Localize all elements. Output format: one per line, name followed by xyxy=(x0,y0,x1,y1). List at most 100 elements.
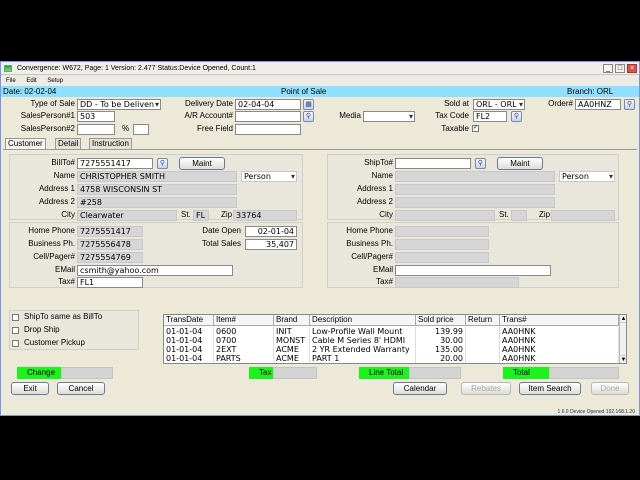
window-title: Convergence: W672, Page: 1 Version: 2.47… xyxy=(17,65,256,72)
billto-type-select[interactable]: Person xyxy=(241,171,297,182)
type-of-sale-select[interactable]: DD - To be Deliven xyxy=(77,99,161,110)
cell-brand[interactable]: ACME xyxy=(274,354,310,363)
media-label: Media xyxy=(339,111,361,120)
cell-description[interactable]: Cable M Series 8' HDMI xyxy=(310,336,416,345)
billto-tax-label: Tax# xyxy=(58,277,75,286)
done-button[interactable]: Done xyxy=(591,382,629,395)
tab-detail[interactable]: Detail xyxy=(55,138,82,149)
cell-transdate[interactable]: 01-01-04 xyxy=(164,354,214,363)
change-label: Change xyxy=(17,367,61,379)
customer-pickup-label: Customer Pickup xyxy=(24,338,85,347)
billto-input[interactable]: 7275551417 xyxy=(77,158,153,169)
item-search-button[interactable]: Item Search xyxy=(519,382,581,395)
shipto-input[interactable] xyxy=(395,158,471,169)
minimize-button[interactable]: _ xyxy=(603,64,613,73)
cell-sold-price[interactable]: 135.00 xyxy=(416,345,466,354)
taxable-checkbox[interactable]: ✓ xyxy=(472,125,479,132)
cell-brand[interactable]: ACME xyxy=(274,345,310,354)
tax-code-search-icon[interactable]: ⚲ xyxy=(511,111,522,122)
calendar-button[interactable]: Calendar xyxy=(393,382,447,395)
grand-total-label: Total xyxy=(503,367,549,379)
cell-brand[interactable]: MONST xyxy=(274,336,310,345)
cell-description[interactable]: Low-Profile Wall Mount xyxy=(310,327,416,336)
calendar-icon[interactable]: ▦ xyxy=(303,99,314,110)
billto-search-icon[interactable]: ⚲ xyxy=(157,158,168,169)
cell-trans[interactable]: AA0HNK xyxy=(500,345,619,354)
menu-setup[interactable]: Setup xyxy=(47,78,63,84)
shipto-email-input[interactable] xyxy=(395,265,551,276)
shipto-type-select[interactable]: Person xyxy=(559,171,615,182)
media-select[interactable] xyxy=(363,111,415,122)
cell-transdate[interactable]: 01-01-04 xyxy=(164,336,214,345)
tab-instruction[interactable]: Instruction xyxy=(89,138,132,149)
cell-item[interactable]: 2EXT xyxy=(214,345,274,354)
delivery-date-input[interactable]: 02-04-04 xyxy=(235,99,301,110)
sold-at-label: Sold at xyxy=(444,99,469,108)
cell-item[interactable]: PARTS xyxy=(214,354,274,363)
billto-name: CHRISTOPHER SMITH xyxy=(77,171,237,182)
salesperson2-input[interactable] xyxy=(77,124,115,135)
rebates-button[interactable]: Rebates xyxy=(461,382,511,395)
menu-edit[interactable]: Edit xyxy=(26,78,36,84)
date-open: 02-01-04 xyxy=(245,226,297,237)
cell-sold-price[interactable]: 139.99 xyxy=(416,327,466,336)
salesperson1-input[interactable]: 503 xyxy=(77,111,115,122)
col-trans[interactable]: Trans# xyxy=(500,315,619,326)
cell-sold-price[interactable]: 20.00 xyxy=(416,354,466,363)
cell-item[interactable]: 0600 xyxy=(214,327,274,336)
cell-sold-price[interactable]: 30.00 xyxy=(416,336,466,345)
cell-return[interactable] xyxy=(466,345,500,354)
billto-email-input[interactable]: csmith@yahoo.com xyxy=(77,265,233,276)
col-description[interactable]: Description xyxy=(310,315,416,326)
grid-scrollbar[interactable]: ▲ ▼ xyxy=(619,315,626,363)
cell-trans[interactable]: AA0HNK xyxy=(500,354,619,363)
shipto-st-label: St. xyxy=(499,210,509,219)
cell-trans[interactable]: AA0HNK xyxy=(500,336,619,345)
exit-button[interactable]: Exit xyxy=(11,382,49,395)
col-item[interactable]: Item# xyxy=(214,315,274,326)
items-table: TransDate Item# Brand Description Sold p… xyxy=(163,314,627,364)
order-search-icon[interactable]: ⚲ xyxy=(624,99,635,110)
maximize-button[interactable]: □ xyxy=(615,64,625,73)
shipto-st xyxy=(511,210,527,221)
col-brand[interactable]: Brand xyxy=(274,315,310,326)
cell-transdate[interactable]: 01-01-04 xyxy=(164,345,214,354)
scroll-down-icon[interactable]: ▼ xyxy=(620,355,626,363)
percent-input[interactable] xyxy=(133,124,149,135)
cell-return[interactable] xyxy=(466,354,500,363)
close-button[interactable]: × xyxy=(627,64,637,73)
shipto-search-icon[interactable]: ⚲ xyxy=(475,158,486,169)
shipto-maint-button[interactable]: Maint xyxy=(497,157,543,170)
sold-at-select[interactable]: ORL - ORL xyxy=(473,99,525,110)
order-label: Order# xyxy=(548,99,573,108)
cell-description[interactable]: PART 1 xyxy=(310,354,416,363)
billto-tax-input[interactable]: FL1 xyxy=(77,277,143,288)
cell-return[interactable] xyxy=(466,327,500,336)
taxable-label: Taxable xyxy=(441,124,469,133)
tax-code-input[interactable]: FL2 xyxy=(473,111,507,122)
customer-pickup-checkbox[interactable] xyxy=(12,340,19,347)
order-input[interactable]: AA0HNZ xyxy=(575,99,621,110)
cell-item[interactable]: 0700 xyxy=(214,336,274,345)
col-transdate[interactable]: TransDate xyxy=(164,315,214,326)
col-return[interactable]: Return xyxy=(466,315,500,326)
drop-ship-checkbox[interactable] xyxy=(12,327,19,334)
billto-st: FL xyxy=(193,210,209,221)
col-sold-price[interactable]: Sold price xyxy=(416,315,466,326)
grand-total-value xyxy=(549,367,619,379)
cell-trans[interactable]: AA0HNK xyxy=(500,327,619,336)
ar-lookup-icon[interactable]: ⚲ xyxy=(303,111,314,122)
cell-transdate[interactable]: 01-01-04 xyxy=(164,327,214,336)
billto-home-phone: 7275551417 xyxy=(77,226,143,237)
scroll-up-icon[interactable]: ▲ xyxy=(620,315,626,323)
menu-file[interactable]: File xyxy=(6,78,16,84)
cancel-button[interactable]: Cancel xyxy=(57,382,105,395)
free-field-input[interactable] xyxy=(235,124,301,135)
tab-customer[interactable]: Customer xyxy=(5,138,46,149)
billto-maint-button[interactable]: Maint xyxy=(179,157,225,170)
cell-return[interactable] xyxy=(466,336,500,345)
shipto-same-checkbox[interactable] xyxy=(12,314,19,321)
cell-brand[interactable]: INIT xyxy=(274,327,310,336)
cell-description[interactable]: 2 YR Extended Warranty xyxy=(310,345,416,354)
ar-account-input[interactable] xyxy=(235,111,301,122)
